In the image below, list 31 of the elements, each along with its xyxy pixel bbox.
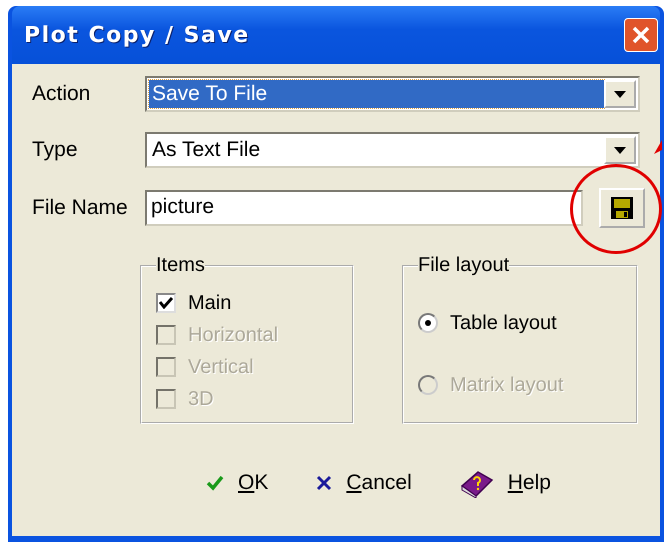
checkmark-icon: [206, 475, 224, 491]
checkbox-box[interactable]: [156, 293, 176, 313]
field-label: Type: [32, 138, 79, 162]
caret-icon: [614, 90, 626, 98]
field-label: File Name: [32, 196, 129, 220]
group-title: Items: [156, 254, 205, 277]
radio-button[interactable]: [418, 313, 438, 333]
checkmark-icon: [159, 297, 173, 309]
close-icon: [631, 25, 651, 45]
close-button[interactable]: [624, 18, 658, 52]
help-book-icon: [460, 468, 494, 498]
dropdown-value: As Text File: [151, 137, 262, 163]
help-button[interactable]: Help: [456, 466, 555, 500]
dropdown[interactable]: Save To File: [145, 76, 640, 112]
field-label: Action: [32, 82, 92, 106]
text-field[interactable]: picture: [145, 190, 583, 226]
cancel-button[interactable]: Cancel: [312, 466, 416, 500]
radio-label[interactable]: Table layout: [450, 312, 557, 334]
save-button[interactable]: [599, 188, 645, 228]
radio-dot: [425, 320, 431, 326]
group-title: File layout: [418, 254, 510, 277]
window-title: Plot Copy / Save: [24, 22, 250, 48]
annotation-arrow: [654, 140, 662, 154]
dropdown-button[interactable]: [604, 80, 636, 108]
dropdown-value: Save To File: [149, 80, 604, 108]
cross-icon: [316, 475, 332, 491]
checkbox-label[interactable]: Main: [188, 292, 232, 314]
caret-icon: [614, 146, 626, 154]
ok-button[interactable]: OK: [202, 466, 272, 500]
dropdown-button[interactable]: [604, 136, 636, 164]
dropdown[interactable]: As Text File: [145, 132, 640, 168]
